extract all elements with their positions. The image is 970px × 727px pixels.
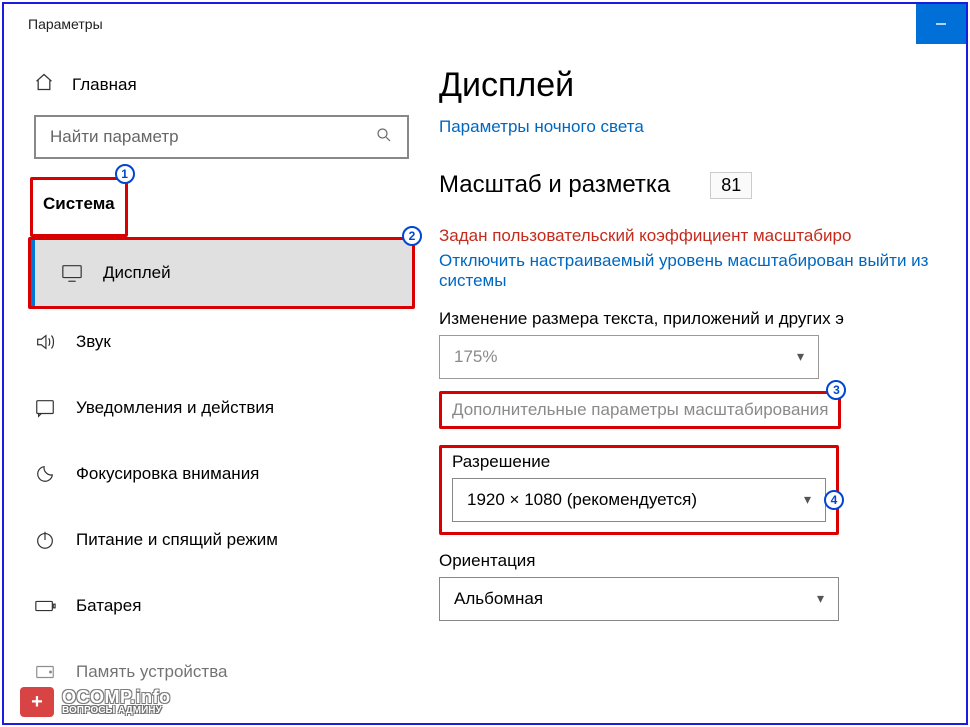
zoom-value: 81 [710,172,752,199]
sidebar-home[interactable]: Главная [4,64,439,115]
orientation-value: Альбомная [454,589,543,609]
advanced-scaling-link[interactable]: Дополнительные параметры масштабирования [452,400,828,420]
page-title: Дисплей [439,66,966,105]
resolution-label: Разрешение [452,452,826,472]
notification-icon [34,397,56,419]
power-icon [34,529,56,551]
orientation-select[interactable]: Альбомная ▾ [439,577,839,621]
scale-select[interactable]: 175% ▾ [439,335,819,379]
search-icon [375,126,393,149]
annotation-badge-1: 1 [115,164,135,184]
monitor-icon [61,262,83,284]
annotation-3: Дополнительные параметры масштабирования… [439,391,841,429]
sidebar-item-sound[interactable]: Звук [4,309,439,375]
sidebar-item-label: Фокусировка внимания [76,464,259,484]
scale-heading: Масштаб и разметка 81 [439,171,966,199]
sidebar-item-label: Звук [76,332,111,352]
minimize-button[interactable] [916,4,966,44]
annotation-4: Разрешение 1920 × 1080 (рекомендуется) ▾… [439,445,839,535]
watermark-plus-icon: + [20,687,54,717]
titlebar-buttons [916,4,966,44]
custom-scale-warning: Задан пользовательский коэффициент масшт… [439,223,966,249]
annotation-2: Дисплей 2 [28,237,415,309]
watermark-tagline: ВОПРОСЫ АДМИНУ [62,706,171,716]
scale-label: Изменение размера текста, приложений и д… [439,309,966,329]
sidebar-item-power[interactable]: Питание и спящий режим [4,507,439,573]
sidebar-item-focus[interactable]: Фокусировка внимания [4,441,439,507]
storage-icon [34,661,56,683]
window-title: Параметры [28,16,103,32]
annotation-badge-3: 3 [826,380,846,400]
disable-scale-link[interactable]: Отключить настраиваемый уровень масштаби… [439,251,966,291]
sidebar: Главная Найти параметр Система 1 Дисплей [4,44,439,723]
night-light-link[interactable]: Параметры ночного света [439,117,966,137]
chevron-down-icon: ▾ [797,348,804,365]
sidebar-item-display[interactable]: Дисплей [31,240,412,306]
sidebar-item-label: Питание и спящий режим [76,530,278,550]
content: Главная Найти параметр Система 1 Дисплей [4,44,966,723]
resolution-value: 1920 × 1080 (рекомендуется) [467,490,697,510]
titlebar: Параметры [4,4,966,44]
sound-icon [34,331,56,353]
search-input[interactable]: Найти параметр [34,115,409,159]
sidebar-item-battery[interactable]: Батарея [4,573,439,639]
chevron-down-icon: ▾ [817,590,824,607]
sidebar-item-notifications[interactable]: Уведомления и действия [4,375,439,441]
annotation-badge-4: 4 [824,490,844,510]
orientation-label: Ориентация [439,551,966,571]
battery-icon [34,595,56,617]
search-placeholder: Найти параметр [50,127,179,147]
sidebar-item-label: Уведомления и действия [76,398,274,418]
watermark-site: OCOMP.info [62,688,171,706]
main-panel: Дисплей Параметры ночного света Масштаб … [439,44,966,723]
sidebar-item-label: Дисплей [103,263,171,283]
resolution-select[interactable]: 1920 × 1080 (рекомендуется) ▾ [452,478,826,522]
home-label: Главная [72,75,137,95]
watermark: + OCOMP.info ВОПРОСЫ АДМИНУ [20,687,171,717]
focus-icon [34,463,56,485]
chevron-down-icon: ▾ [804,491,811,508]
sidebar-item-label: Память устройства [76,662,228,682]
sidebar-item-label: Батарея [76,596,141,616]
settings-window: Параметры Главная Найти параметр С [2,2,968,725]
annotation-1: Система 1 [30,177,128,237]
sidebar-category: Система [33,188,125,220]
scale-value: 175% [454,347,497,367]
home-icon [34,72,54,97]
annotation-badge-2: 2 [402,226,422,246]
